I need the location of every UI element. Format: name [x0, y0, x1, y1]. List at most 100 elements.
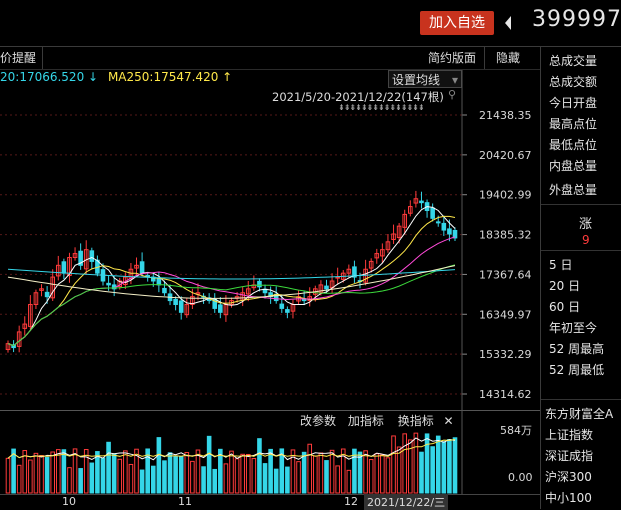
volume-bar-down [435, 435, 441, 494]
candle-down [285, 309, 290, 313]
volume-bar-up [363, 450, 368, 494]
volume-bar-up [123, 450, 128, 494]
volume-bar-down [273, 468, 279, 494]
index-link-shanghai[interactable]: 上证指数 [545, 426, 593, 443]
total-volume-label: 总成交量 [549, 54, 598, 68]
top-bar [0, 0, 621, 46]
inner-volume-label: 内盘总量 [549, 159, 598, 173]
volume-bar-down [424, 433, 430, 494]
volume-bar-up [251, 458, 257, 494]
volume-bar-down [218, 448, 223, 494]
volume-bar-up [72, 448, 78, 494]
stock-code: 399997 [532, 7, 621, 32]
volume-bar-up [385, 457, 391, 494]
volume-bar-up [33, 452, 39, 494]
volume-bar-up [391, 435, 396, 494]
volume-bar-up [223, 463, 229, 494]
divider [541, 250, 621, 251]
period-20d[interactable]: 20 日 [549, 277, 580, 294]
volume-bar-down [447, 439, 452, 494]
volume-bar-down [301, 451, 307, 494]
candle-down [218, 304, 223, 313]
price-alert-tab[interactable]: 价提醒 [0, 47, 36, 69]
volume-bar-up [346, 469, 352, 494]
index-link-shenzhen[interactable]: 深证成指 [545, 447, 593, 464]
x-axis [0, 494, 540, 510]
volume-bar-up [380, 454, 385, 494]
volume-bar-down [441, 441, 447, 494]
volume-bar-up [402, 433, 408, 494]
volume-bar-down [268, 448, 273, 494]
volume-bar-up [413, 432, 419, 494]
candle-down [419, 200, 424, 204]
divider [0, 46, 621, 47]
volume-bar-up [50, 451, 56, 494]
volume-bar-up [307, 443, 313, 494]
candlestick-chart[interactable]: 21438.35 20420.67 19402.99 18385.32 17367.64… [0, 70, 540, 410]
ma5-line [7, 206, 456, 347]
vol-axis-top: 584万 [500, 424, 532, 437]
prev-stock-arrow-icon[interactable] [502, 12, 514, 34]
volume-bar-up [195, 449, 201, 494]
candle-down [435, 221, 441, 224]
change-value: 9 [582, 233, 590, 247]
change-label: 涨 [579, 217, 593, 232]
candle-down [173, 298, 178, 305]
index-link-eastmoney-all-a[interactable]: 东方财富全A [545, 405, 613, 422]
candle-down [156, 278, 162, 286]
volume-bar-up [22, 450, 28, 494]
candle-down [139, 261, 145, 274]
simple-layout-button[interactable]: 简约版面 [428, 47, 476, 69]
y-axis-labels: 21438.35 20420.67 19402.99 18385.32 17367.64… [479, 109, 532, 401]
volume-bar-up [296, 461, 301, 494]
volume-bar-down [150, 465, 156, 494]
hide-button[interactable]: 隐藏 [496, 47, 520, 69]
x-tick-12: 12 [344, 495, 358, 508]
volume-bar-down [44, 456, 50, 494]
period-52w-high[interactable]: 52 周最高 [549, 340, 604, 357]
volume-bar-down [430, 446, 435, 494]
volume-bar-up [234, 458, 240, 494]
volume-bar-down [173, 455, 178, 494]
volume-bar-down [257, 438, 262, 494]
volume-bar-down [324, 460, 329, 494]
period-60d[interactable]: 60 日 [549, 298, 580, 315]
volume-bar-up [313, 455, 318, 494]
period-52w-low[interactable]: 52 周最低 [549, 361, 604, 378]
candle-down [162, 287, 167, 294]
y-tick-label: 19402.99 [479, 189, 532, 202]
y-tick-label: 17367.64 [479, 268, 532, 281]
volume-bar-down [156, 437, 162, 494]
index-link-csi300[interactable]: 沪深300 [545, 468, 592, 485]
volume-bar-up [396, 446, 402, 494]
volume-bar-up [128, 463, 134, 494]
volume-bar-up [184, 451, 190, 494]
candle-down [430, 207, 435, 219]
candle-down [61, 261, 67, 274]
divider [541, 204, 621, 205]
volume-bar-down [201, 466, 206, 494]
candle-up [335, 276, 340, 279]
period-ytd[interactable]: 年初至今 [549, 319, 597, 336]
volume-bar-up [67, 467, 72, 494]
y-tick-label: 16349.97 [479, 308, 532, 321]
volume-bar-down [178, 456, 184, 494]
volume-bar-up [318, 452, 324, 494]
vol-axis-bottom: 0.00 [508, 471, 533, 484]
chart-grid [0, 114, 467, 395]
volume-bar-down [78, 468, 83, 494]
volume-bar-down [95, 451, 100, 494]
period-5d[interactable]: 5 日 [549, 256, 572, 273]
y-tick-label: 14314.62 [479, 388, 532, 401]
candle-down [257, 280, 262, 288]
volume-bar-down [162, 460, 167, 494]
add-to-watchlist-button[interactable]: 加入自选 [420, 11, 494, 35]
moving-averages [7, 206, 456, 347]
volume-bar-down [61, 449, 67, 494]
index-link-sme100[interactable]: 中小100 [545, 489, 592, 506]
volume-bar-up [117, 458, 123, 494]
volume-bar-down [106, 441, 111, 494]
volume-bar-down [206, 435, 212, 494]
highest-label: 最高点位 [549, 117, 598, 131]
right-info-panel: 总成交量 总成交额 今日开盘 最高点位 最低点位 内盘总量 外盘总量 涨 9 5… [541, 47, 621, 509]
